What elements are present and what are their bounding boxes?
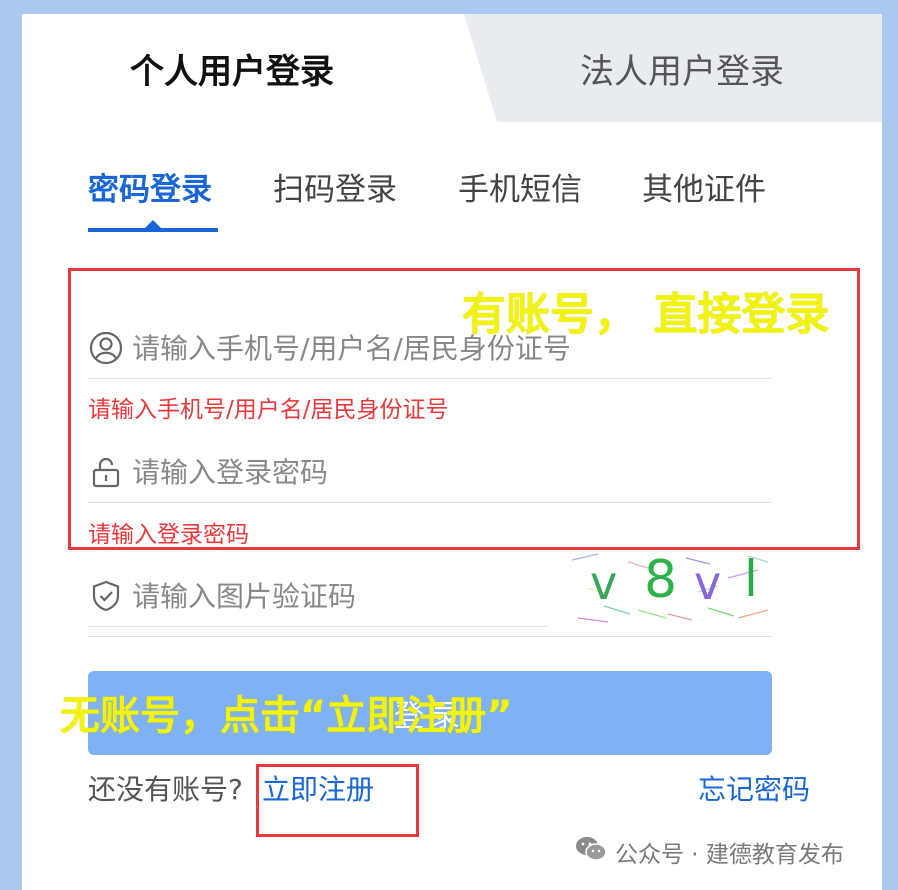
tab-other-id-login[interactable]: 其他证件 [642, 170, 766, 210]
annotation-has-account: 有账号， 直接登录 [462, 289, 830, 340]
tab-personal-login[interactable]: 个人用户登录 [22, 14, 472, 122]
tab-legal-label: 法人用户登录 [580, 51, 784, 92]
captcha-char: l [744, 550, 758, 608]
captcha-char: v [590, 556, 618, 610]
captcha-char: 8 [644, 550, 678, 610]
tab-sms-login[interactable]: 手机短信 [458, 170, 582, 210]
annotation-box-register [256, 764, 419, 837]
wechat-icon [575, 835, 607, 869]
watermark: 公众号 · 建德教育发布 [575, 835, 844, 869]
login-method-tabs: 密码登录 扫码登录 手机短信 其他证件 [88, 170, 788, 250]
captcha-image[interactable]: v 8 v l [568, 548, 772, 630]
tab-password-login[interactable]: 密码登录 [88, 170, 212, 210]
no-account-text: 还没有账号? [88, 773, 243, 806]
annotation-no-account: 无账号，点击“立即注册” [60, 693, 513, 739]
captcha-input[interactable] [130, 578, 534, 614]
active-tab-caret [144, 220, 162, 229]
captcha-field [88, 566, 548, 627]
captcha-char: v [694, 556, 722, 610]
forgot-password-link[interactable]: 忘记密码 [698, 768, 810, 808]
watermark-text: 公众号 · 建德教育发布 [615, 842, 844, 868]
tab-legal-login[interactable]: 法人用户登录 [464, 14, 882, 122]
tab-qr-login[interactable]: 扫码登录 [273, 170, 397, 210]
shield-check-icon [88, 578, 124, 614]
tab-personal-label: 个人用户登录 [130, 51, 334, 92]
captcha-divider [88, 636, 772, 637]
